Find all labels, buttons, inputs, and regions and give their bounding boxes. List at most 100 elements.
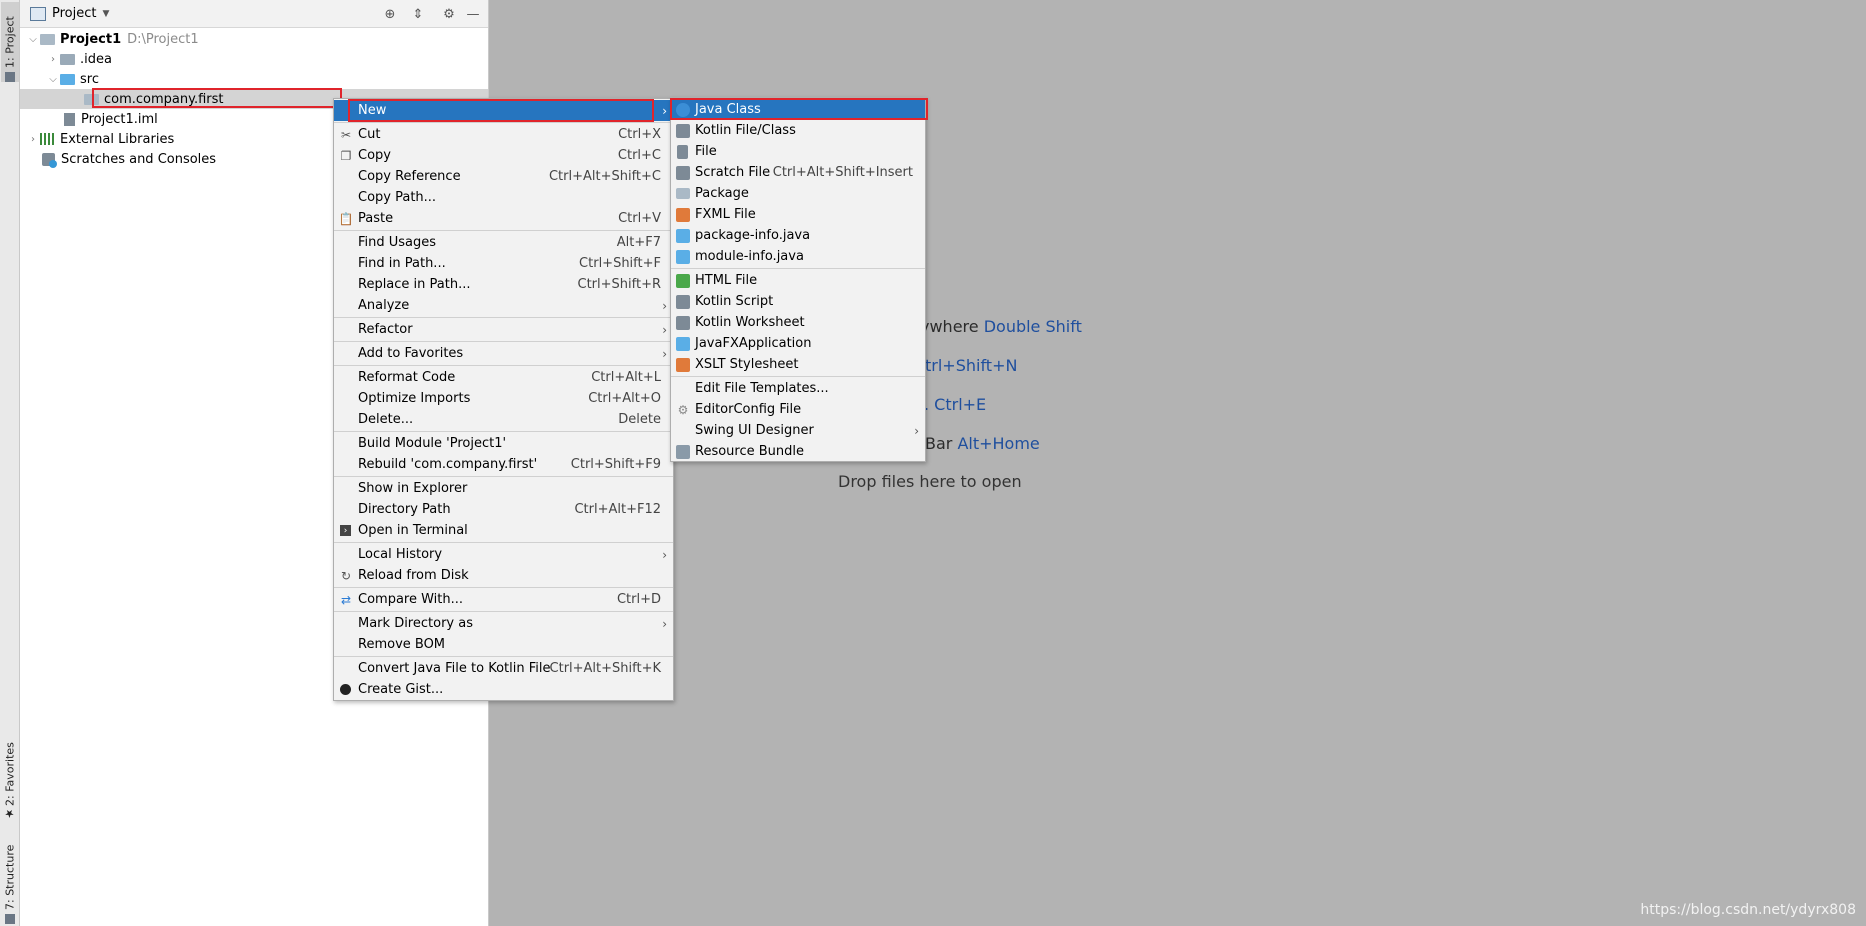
menu-item-label: Copy Path... [358,190,437,205]
menu-item-show-in-explorer[interactable]: Show in Explorer [334,478,673,499]
submenu-item-resource-bundle[interactable]: Resource Bundle [671,441,925,462]
menu-item-label: Package [695,186,749,201]
menu-item-reload-from-disk[interactable]: ↻ Reload from Disk [334,565,673,586]
chevron-down-icon[interactable]: ⌵ [46,74,60,85]
submenu-item-kotlin-file[interactable]: Kotlin File/Class [671,120,925,141]
tab-structure[interactable]: 7: Structure [1,832,19,924]
chevron-right-icon: › [914,423,919,438]
menu-item-local-history[interactable]: Local History › [334,544,673,565]
menu-item-reformat-code[interactable]: Reformat Code Ctrl+Alt+L [334,367,673,388]
project-view-selector[interactable]: Project ▼ [30,6,109,21]
resource-bundle-icon [676,444,690,459]
submenu-item-fxml-file[interactable]: FXML File [671,204,925,225]
menu-item-create-gist[interactable]: Create Gist... [334,679,673,700]
submenu-item-kotlin-worksheet[interactable]: Kotlin Worksheet [671,312,925,333]
submenu-item-xslt-stylesheet[interactable]: XSLT Stylesheet [671,354,925,375]
project-panel-title: Project [52,6,97,21]
menu-item-paste[interactable]: 📋 Paste Ctrl+V [334,208,673,229]
scratches-icon [42,152,57,168]
submenu-item-package-info[interactable]: package-info.java [671,225,925,246]
menu-item-label: Kotlin Script [695,294,774,309]
chevron-down-icon[interactable]: ⌵ [26,34,40,45]
menu-item-label: Add to Favorites [358,346,464,361]
tree-item-label: src [80,71,99,87]
tree-item-idea[interactable]: › .idea [20,49,488,69]
chevron-right-icon: › [662,322,667,337]
scissors-icon: ✂ [340,127,352,142]
menu-item-find-usages[interactable]: Find Usages Alt+F7 [334,232,673,253]
gear-icon: ⚙ [677,402,689,417]
hint-shortcut: trl+Shift+N [925,356,1018,375]
menu-item-label: Copy Reference [358,169,461,184]
hint-text: Bar [925,434,953,453]
menu-item-analyze[interactable]: Analyze › [334,295,673,316]
menu-item-label: EditorConfig File [695,402,802,417]
menu-item-label: Scratch File [695,165,771,180]
gear-icon[interactable]: ⚙ [440,5,458,23]
chevron-right-icon[interactable]: › [46,54,60,65]
new-submenu: Java Class Kotlin File/Class File Scratc… [670,97,928,462]
menu-item-copy-path[interactable]: Copy Path... [334,187,673,208]
locate-icon[interactable]: ⊕ [381,5,399,23]
menu-item-remove-bom[interactable]: Remove BOM [334,634,673,655]
chevron-right-icon: › [662,103,667,118]
javafx-icon [676,336,690,351]
file-icon [677,144,688,159]
menu-item-new[interactable]: New › [334,100,673,121]
menu-item-delete[interactable]: Delete... Delete [334,409,673,430]
menu-item-cut[interactable]: ✂ Cut Ctrl+X [334,124,673,145]
chevron-right-icon[interactable]: › [26,134,40,145]
menu-item-copy[interactable]: ❐ Copy Ctrl+C [334,145,673,166]
submenu-item-file[interactable]: File [671,141,925,162]
paste-icon: 📋 [338,211,354,226]
submenu-item-module-info[interactable]: module-info.java [671,246,925,267]
tree-item-label: External Libraries [60,131,175,147]
menu-item-shortcut: Ctrl+Shift+F9 [570,457,661,472]
tree-item-project1[interactable]: ⌵ Project1 D:\Project1 [20,29,488,49]
fxml-file-icon [676,207,690,222]
submenu-item-html-file[interactable]: HTML File [671,270,925,291]
tab-favorites[interactable]: ★ 2: Favorites [1,735,19,820]
menu-item-build-module[interactable]: Build Module 'Project1' [334,433,673,454]
menu-item-add-to-favorites[interactable]: Add to Favorites › [334,343,673,364]
menu-item-label: Resource Bundle [695,444,805,459]
menu-item-optimize-imports[interactable]: Optimize Imports Ctrl+Alt+O [334,388,673,409]
tab-project[interactable]: 1: Project [1,2,19,82]
submenu-item-javafx-application[interactable]: JavaFXApplication [671,333,925,354]
menu-item-replace-in-path[interactable]: Replace in Path... Ctrl+Shift+R [334,274,673,295]
menu-item-open-in-terminal[interactable]: › Open in Terminal [334,520,673,541]
submenu-item-package[interactable]: Package [671,183,925,204]
menu-item-label: Cut [358,127,381,142]
menu-item-mark-directory-as[interactable]: Mark Directory as › [334,613,673,634]
collapse-all-icon[interactable]: ⇕ [409,5,427,23]
menu-item-label: New [358,103,387,118]
tab-structure-label: 7: Structure [3,844,17,910]
menu-item-directory-path[interactable]: Directory Path Ctrl+Alt+F12 [334,499,673,520]
menu-item-refactor[interactable]: Refactor › [334,319,673,340]
menu-item-convert-to-kotlin[interactable]: Convert Java File to Kotlin File Ctrl+Al… [334,658,673,679]
module-folder-icon [40,33,55,45]
menu-item-find-in-path[interactable]: Find in Path... Ctrl+Shift+F [334,253,673,274]
menu-item-label: Show in Explorer [358,481,468,496]
watermark: https://blog.csdn.net/ydyrx808 [1640,902,1856,918]
tree-item-path: D:\Project1 [127,31,199,47]
tree-item-src[interactable]: ⌵ src [20,69,488,89]
minimize-icon[interactable]: — [464,5,482,23]
package-icon [84,93,99,105]
tree-item-label: com.company.first [104,91,224,107]
menu-item-shortcut: Ctrl+Shift+R [577,277,662,292]
submenu-item-kotlin-script[interactable]: Kotlin Script [671,291,925,312]
menu-item-shortcut: Ctrl+Alt+L [591,370,661,385]
menu-item-rebuild[interactable]: Rebuild 'com.company.first' Ctrl+Shift+F… [334,454,673,475]
menu-item-label: Analyze [358,298,410,313]
submenu-item-java-class[interactable]: Java Class [671,99,925,120]
menu-item-label: Java Class [695,102,761,117]
menu-item-compare-with[interactable]: ⇄ Compare With... Ctrl+D [334,589,673,610]
submenu-item-scratch-file[interactable]: Scratch File Ctrl+Alt+Shift+Insert [671,162,925,183]
submenu-item-edit-file-templates[interactable]: Edit File Templates... [671,378,925,399]
xslt-icon [676,357,690,372]
menu-item-copy-reference[interactable]: Copy Reference Ctrl+Alt+Shift+C [334,166,673,187]
menu-item-shortcut: Ctrl+C [617,148,661,163]
submenu-item-swing-ui-designer[interactable]: Swing UI Designer › [671,420,925,441]
submenu-item-editorconfig-file[interactable]: ⚙ EditorConfig File [671,399,925,420]
